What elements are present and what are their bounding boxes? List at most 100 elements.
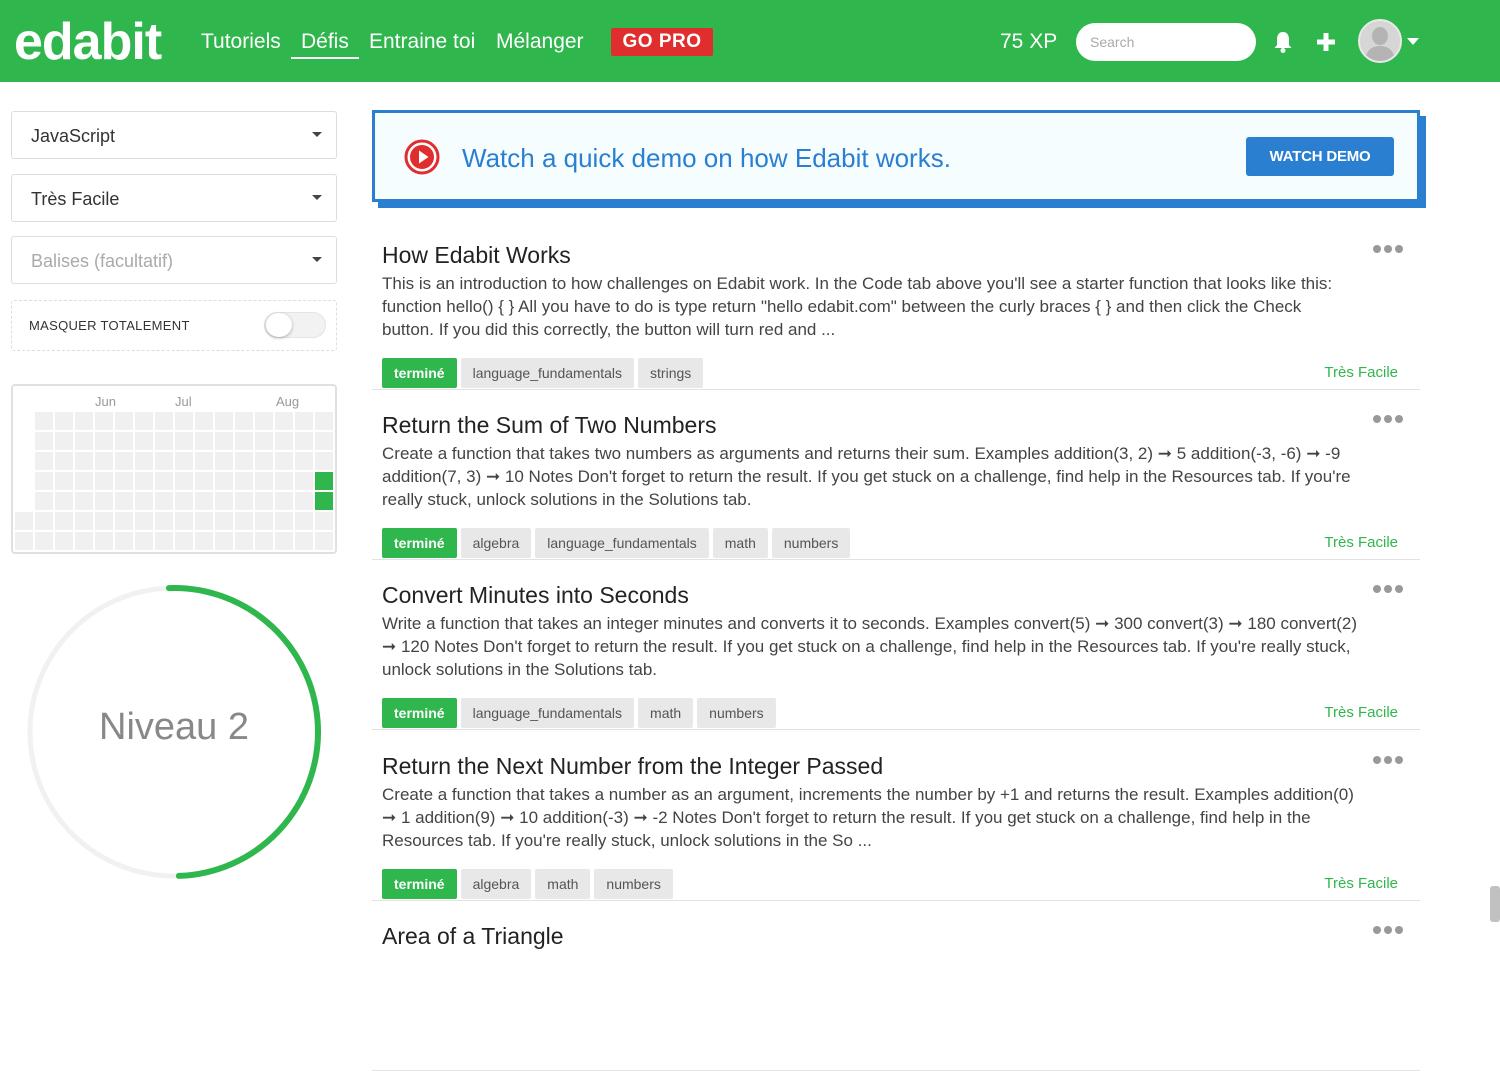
heatmap-cell <box>315 432 333 450</box>
nav-defis[interactable]: Défis <box>301 28 349 56</box>
language-select-value: JavaScript <box>31 126 116 146</box>
challenge-tags: terminé language_fundamentals math numbers <box>382 698 776 728</box>
heatmap-cell <box>295 412 313 430</box>
tag-chip[interactable]: language_fundamentals <box>535 528 709 558</box>
heatmap-cell <box>315 452 333 470</box>
heatmap-cell <box>55 492 73 510</box>
heatmap-cell <box>235 512 253 530</box>
heatmap-cell <box>235 492 253 510</box>
tag-chip[interactable]: numbers <box>697 698 776 728</box>
watch-demo-button[interactable]: WATCH DEMO <box>1246 137 1394 176</box>
heatmap-cell <box>235 532 253 550</box>
completed-badge[interactable]: terminé <box>382 698 457 728</box>
hide-completed-toggle[interactable] <box>264 312 326 338</box>
chevron-down-icon[interactable] <box>1406 36 1420 46</box>
tag-chip[interactable]: numbers <box>594 869 673 899</box>
challenge-card[interactable]: How Edabit Works This is an introduction … <box>372 220 1420 390</box>
heatmap-cell <box>215 492 233 510</box>
language-select[interactable]: JavaScript <box>11 111 337 159</box>
completed-badge[interactable]: terminé <box>382 869 457 899</box>
challenge-title[interactable]: Area of a Triangle <box>382 921 564 951</box>
tag-chip[interactable]: language_fundamentals <box>460 698 635 728</box>
completed-badge[interactable]: terminé <box>382 528 457 558</box>
play-icon[interactable] <box>404 139 440 175</box>
heatmap-cell <box>135 432 153 450</box>
heatmap-cell <box>35 412 53 430</box>
heatmap-cell <box>75 492 93 510</box>
bell-icon[interactable] <box>1272 30 1294 54</box>
heatmap-cell <box>255 452 273 470</box>
go-pro-button[interactable]: GO PRO <box>611 28 713 56</box>
heatmap-cell <box>35 492 53 510</box>
heatmap-cell <box>95 412 113 430</box>
more-options-icon[interactable] <box>1372 755 1404 765</box>
heatmap-cell <box>315 512 333 530</box>
more-options-icon[interactable] <box>1372 414 1404 424</box>
nav-tutoriels[interactable]: Tutoriels <box>201 28 281 56</box>
heatmap-cell <box>115 472 133 490</box>
tag-chip[interactable]: math <box>712 528 768 558</box>
more-options-icon[interactable] <box>1372 244 1404 254</box>
heatmap-cell <box>35 532 53 550</box>
tag-chip[interactable]: language_fundamentals <box>460 358 635 388</box>
nav-melanger[interactable]: Mélanger <box>496 28 584 56</box>
heatmap-cell <box>175 532 193 550</box>
heatmap-cell <box>215 452 233 470</box>
challenge-card[interactable]: Convert Minutes into Seconds Write a func… <box>372 560 1420 730</box>
heatmap-cell <box>235 472 253 490</box>
plus-icon[interactable] <box>1314 30 1338 54</box>
challenge-tags: terminé algebra language_fundamentals math n… <box>382 528 851 558</box>
completed-badge[interactable]: terminé <box>382 358 457 388</box>
challenge-card[interactable]: Return the Sum of Two Numbers Create a fu… <box>372 390 1420 560</box>
heatmap-cell <box>135 472 153 490</box>
heatmap-cell <box>75 532 93 550</box>
heatmap-cell <box>275 412 293 430</box>
challenge-description: Create a function that takes two numbers… <box>382 444 1351 509</box>
heatmap-cell <box>215 432 233 450</box>
avatar[interactable] <box>1358 19 1402 63</box>
challenge-title[interactable]: Convert Minutes into Seconds <box>382 580 689 610</box>
tag-chip[interactable]: algebra <box>460 528 532 558</box>
heatmap-cell <box>155 472 173 490</box>
challenge-card[interactable]: Return the Next Number from the Integer … <box>372 731 1420 901</box>
tags-select[interactable]: Balises (facultatif) <box>11 236 337 284</box>
heatmap-cell <box>275 532 293 550</box>
challenge-tags: terminé language_fundamentals strings <box>382 358 704 388</box>
difficulty-select-value: Très Facile <box>31 189 120 209</box>
tag-chip[interactable]: math <box>638 698 694 728</box>
edabit-logo[interactable]: edabit <box>14 12 162 72</box>
heatmap-cell <box>315 412 333 430</box>
search-input[interactable] <box>1076 23 1256 61</box>
heatmap-cell <box>115 492 133 510</box>
difficulty-select[interactable]: Très Facile <box>11 174 337 222</box>
heatmap-cell <box>135 492 153 510</box>
heatmap-cell <box>215 412 233 430</box>
heatmap-cell <box>155 412 173 430</box>
challenge-title[interactable]: Return the Sum of Two Numbers <box>382 410 717 440</box>
heatmap-cell <box>115 432 133 450</box>
nav-entraine-toi[interactable]: Entraine toi <box>369 28 475 56</box>
scrollbar-thumb[interactable] <box>1490 886 1500 922</box>
heatmap-cell <box>155 492 173 510</box>
heatmap-cell <box>135 512 153 530</box>
heatmap-cell <box>175 412 193 430</box>
heatmap-cell <box>275 492 293 510</box>
tag-chip[interactable]: strings <box>638 358 704 388</box>
heatmap-cell <box>255 432 273 450</box>
heatmap-cell <box>215 512 233 530</box>
challenge-title[interactable]: How Edabit Works <box>382 240 571 270</box>
user-silhouette-icon <box>1360 21 1400 61</box>
challenge-title[interactable]: Return the Next Number from the Integer … <box>382 751 883 781</box>
demo-banner: Watch a quick demo on how Edabit works. … <box>372 110 1420 202</box>
heatmap-cell <box>95 492 113 510</box>
heatmap-cell <box>75 452 93 470</box>
tag-chip[interactable]: math <box>535 869 591 899</box>
heatmap-cell <box>175 492 193 510</box>
more-options-icon[interactable] <box>1372 584 1404 594</box>
heatmap-cell <box>255 472 273 490</box>
heatmap-cell <box>35 472 53 490</box>
caret-down-icon <box>312 132 322 137</box>
challenge-description: Write a function that takes an integer m… <box>382 614 1357 679</box>
tag-chip[interactable]: algebra <box>460 869 532 899</box>
tag-chip[interactable]: numbers <box>771 528 851 558</box>
